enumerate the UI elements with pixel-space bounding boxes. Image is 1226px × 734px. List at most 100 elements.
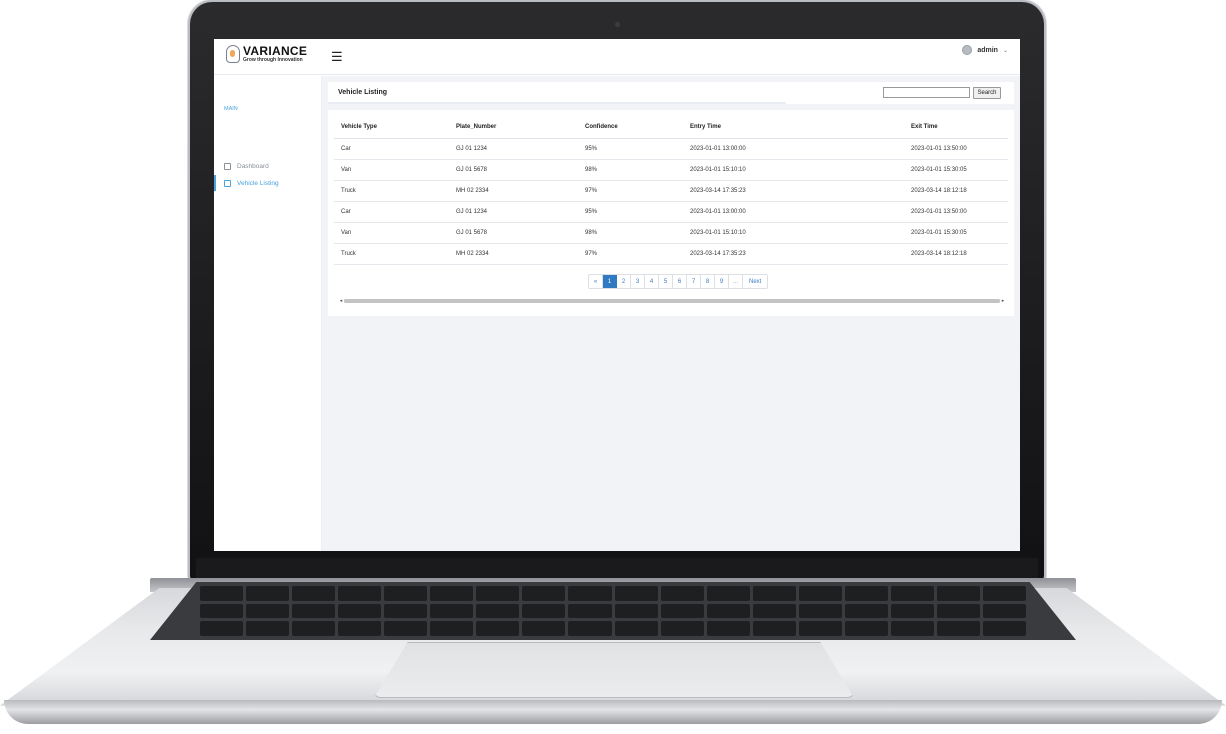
sidebar-item-label: Dashboard xyxy=(237,162,269,170)
user-menu[interactable]: admin ⌄ xyxy=(962,45,1008,55)
sidebar-item-dashboard[interactable]: Dashboard xyxy=(214,158,322,174)
page-button-9[interactable]: 9 xyxy=(715,275,729,288)
vehicle-table-card: Vehicle Type Plate_Number Confidence Ent… xyxy=(328,110,1014,316)
chevron-down-icon[interactable]: ⌄ xyxy=(1003,47,1008,54)
keyboard-key xyxy=(752,621,796,636)
cell-plate-number: MH 02 2334 xyxy=(456,188,489,194)
title-divider xyxy=(328,102,786,104)
keyboard-key xyxy=(338,586,382,601)
keyboard-key xyxy=(292,621,336,636)
column-header-vehicle-type[interactable]: Vehicle Type xyxy=(341,124,456,130)
keyboard-key xyxy=(982,586,1026,601)
keyboard-key xyxy=(936,603,980,619)
avatar[interactable] xyxy=(962,45,973,55)
cell-entry-time: 2023-01-01 13:00:00 xyxy=(690,209,746,215)
page-button-8[interactable]: 8 xyxy=(701,275,715,288)
table-row[interactable]: Van GJ 01 5678 98% 2023-01-01 15:10:10 2… xyxy=(334,223,1008,244)
page-ellipsis: ... xyxy=(729,275,743,288)
keyboard-key xyxy=(200,586,244,601)
cell-vehicle-type: Car xyxy=(341,146,351,152)
page-button-6[interactable]: 6 xyxy=(673,275,687,288)
user-name[interactable]: admin xyxy=(977,47,998,54)
laptop-trackpad xyxy=(374,642,854,698)
keyboard-key xyxy=(522,603,566,619)
sidebar: MAIN Dashboard Vehicle Listing xyxy=(214,76,322,551)
lightbulb-icon xyxy=(226,45,240,63)
laptop-bezel-bottom xyxy=(196,558,1038,578)
keyboard-key xyxy=(844,603,888,619)
cell-confidence: 95% xyxy=(585,209,598,215)
cell-vehicle-type: Truck xyxy=(341,251,356,257)
cell-entry-time: 2023-03-14 17:35:23 xyxy=(690,251,746,257)
horizontal-scrollbar[interactable]: ◂ ▸ xyxy=(338,298,1006,304)
keyboard-key xyxy=(706,621,750,636)
keyboard-key xyxy=(476,586,520,601)
cell-vehicle-type: Car xyxy=(341,209,351,215)
cell-confidence: 95% xyxy=(585,146,598,152)
sidebar-item-vehicle-listing[interactable]: Vehicle Listing xyxy=(214,175,322,191)
scrollbar-track[interactable] xyxy=(344,299,1000,303)
cell-entry-time: 2023-01-01 13:00:00 xyxy=(690,146,746,152)
keyboard-key xyxy=(798,603,842,619)
page-button-5[interactable]: 5 xyxy=(659,275,673,288)
page-button-2[interactable]: 2 xyxy=(617,275,631,288)
keyboard-key xyxy=(798,621,842,636)
keyboard-key xyxy=(338,603,382,619)
column-header-exit-time[interactable]: Exit Time xyxy=(911,124,1015,130)
keyboard-key xyxy=(614,586,658,601)
page-prev-button[interactable]: « xyxy=(589,275,603,288)
page-next-button[interactable]: Next xyxy=(743,275,768,288)
cell-entry-time: 2023-01-01 15:10:10 xyxy=(690,167,746,173)
pagination: « 1 2 3 4 5 6 7 8 9 ... Next xyxy=(588,274,769,289)
cell-exit-time: 2023-01-01 13:50:00 xyxy=(911,146,967,152)
app-header: VARIANCE Grow through Innovation ☰ admin… xyxy=(214,39,1020,75)
page-button-3[interactable]: 3 xyxy=(631,275,645,288)
scrollbar-thumb[interactable] xyxy=(344,299,1000,303)
table-row[interactable]: Van GJ 01 5678 98% 2023-01-01 15:10:10 2… xyxy=(334,160,1008,181)
keyboard-key xyxy=(384,603,428,619)
cell-exit-time: 2023-01-01 15:30:05 xyxy=(911,167,967,173)
cell-entry-time: 2023-03-14 17:35:23 xyxy=(690,188,746,194)
page-button-1[interactable]: 1 xyxy=(603,275,617,288)
cell-exit-time: 2023-03-14 18:12:18 xyxy=(911,188,967,194)
keyboard-key xyxy=(430,603,474,619)
keyboard-key xyxy=(200,603,244,619)
keyboard-key xyxy=(798,586,842,601)
search-button[interactable]: Search xyxy=(973,87,1001,99)
table-row[interactable]: Car GJ 01 1234 95% 2023-01-01 13:00:00 2… xyxy=(334,202,1008,223)
keyboard-key xyxy=(982,621,1026,636)
scroll-right-icon[interactable]: ▸ xyxy=(1000,298,1006,304)
cell-exit-time: 2023-01-01 13:50:00 xyxy=(911,209,967,215)
column-header-confidence[interactable]: Confidence xyxy=(585,124,690,130)
table-row[interactable]: Truck MH 02 2334 97% 2023-03-14 17:35:23… xyxy=(334,181,1008,202)
page-button-7[interactable]: 7 xyxy=(687,275,701,288)
keyboard-key xyxy=(430,621,474,636)
table-row[interactable]: Truck MH 02 2334 97% 2023-03-14 17:35:23… xyxy=(334,244,1008,265)
cell-vehicle-type: Truck xyxy=(341,188,356,194)
cell-plate-number: GJ 01 1234 xyxy=(456,146,488,152)
keyboard-key xyxy=(614,621,658,636)
column-header-entry-time[interactable]: Entry Time xyxy=(690,124,911,130)
cell-confidence: 98% xyxy=(585,230,598,236)
laptop-keyboard xyxy=(150,582,1076,640)
keyboard-key xyxy=(568,621,612,636)
search-input[interactable] xyxy=(883,87,970,98)
cell-vehicle-type: Van xyxy=(341,167,352,173)
brand-logo[interactable]: VARIANCE Grow through Innovation xyxy=(226,45,307,63)
cell-plate-number: MH 02 2334 xyxy=(456,251,489,257)
cell-plate-number: GJ 01 1234 xyxy=(456,209,488,215)
table-header-row: Vehicle Type Plate_Number Confidence Ent… xyxy=(334,116,1008,139)
keyboard-key xyxy=(936,621,980,636)
page-title-bar: Vehicle Listing Search xyxy=(328,82,1014,104)
keyboard-key xyxy=(660,621,704,636)
cell-confidence: 97% xyxy=(585,251,598,257)
keyboard-key xyxy=(246,621,290,636)
hamburger-icon[interactable]: ☰ xyxy=(331,50,343,63)
page-button-4[interactable]: 4 xyxy=(645,275,659,288)
column-header-plate-number[interactable]: Plate_Number xyxy=(456,124,585,130)
home-icon xyxy=(224,162,231,170)
keyboard-key xyxy=(384,586,428,601)
table-row[interactable]: Car GJ 01 1234 95% 2023-01-01 13:00:00 2… xyxy=(334,139,1008,160)
edit-icon xyxy=(224,179,231,187)
cell-vehicle-type: Van xyxy=(341,230,352,236)
